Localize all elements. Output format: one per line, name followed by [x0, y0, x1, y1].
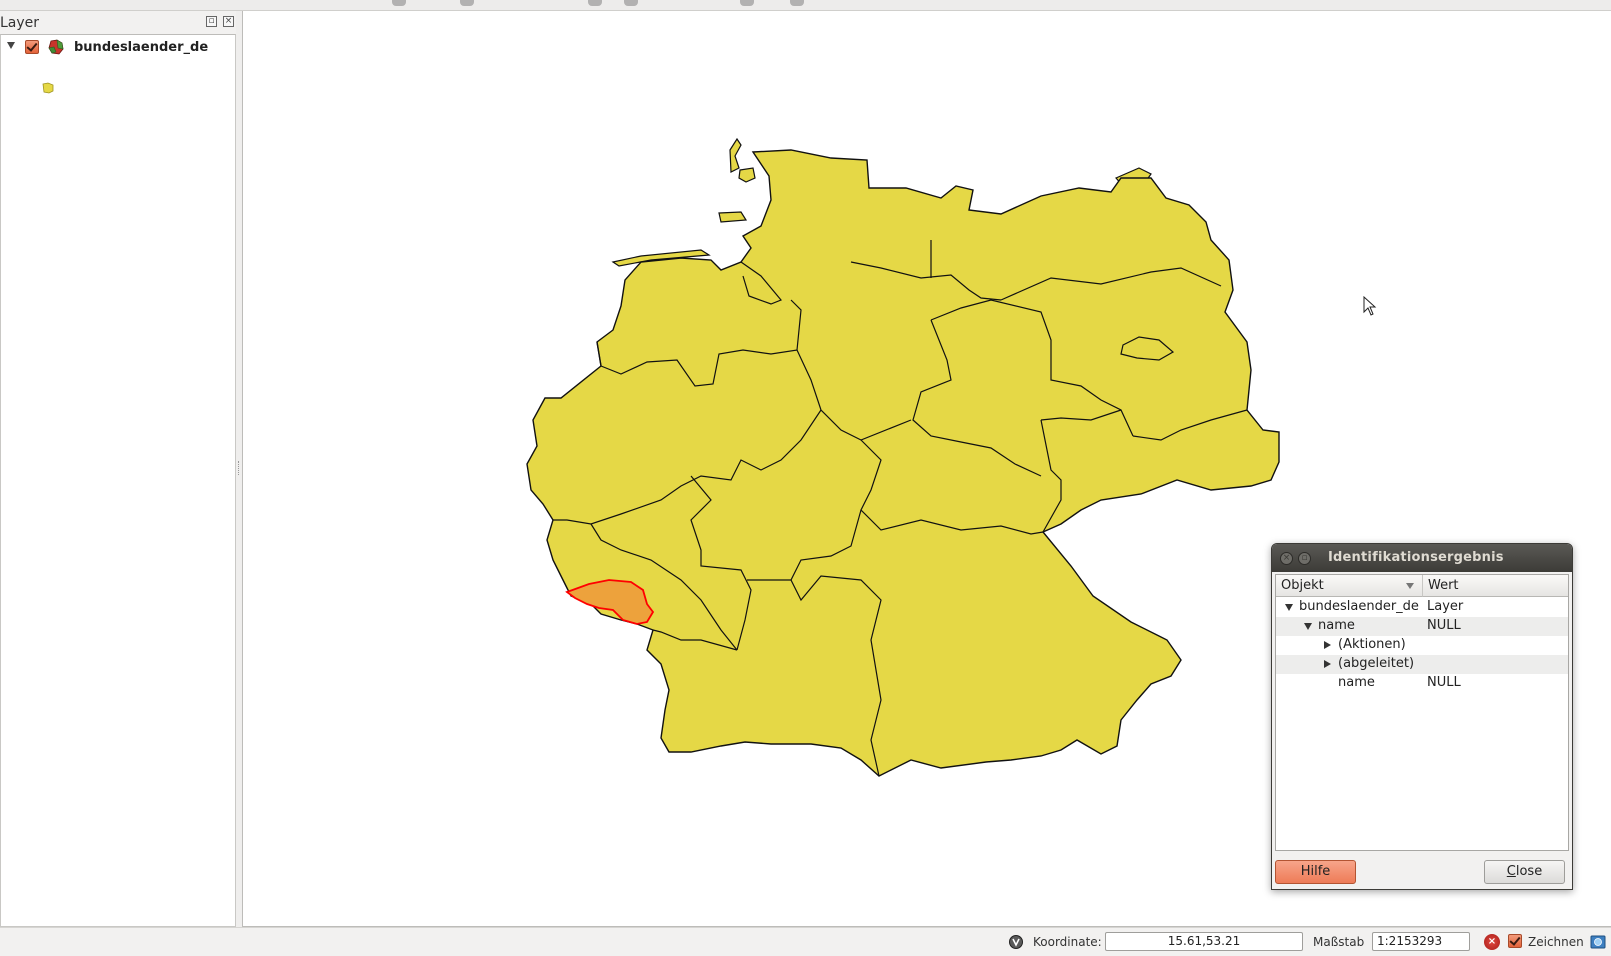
expand-arrow-icon[interactable] [1324, 641, 1331, 649]
result-row-layer[interactable]: bundeslaender_de Layer [1276, 598, 1568, 617]
collapse-arrow-icon[interactable] [1285, 604, 1293, 611]
dialog-title: Identifikationsergebnis [1328, 550, 1504, 565]
germany-outline [526, 149, 1280, 777]
layer-panel-title: Layer [0, 15, 40, 31]
map-island [718, 211, 748, 223]
polygon-layer-icon [48, 39, 64, 55]
help-button[interactable]: Hilfe [1275, 860, 1356, 884]
results-tree[interactable]: Objekt Wert bundeslaender_de Layer name … [1275, 574, 1569, 851]
coordinate-capture-icon[interactable] [1008, 934, 1024, 950]
projection-icon[interactable] [1590, 934, 1606, 950]
stop-render-icon[interactable]: × [1484, 934, 1500, 950]
result-row-derived[interactable]: (abgeleitet) [1276, 655, 1568, 674]
mouse-cursor-icon [1363, 296, 1377, 316]
collapse-arrow-icon[interactable] [7, 42, 15, 49]
dialog-titlebar[interactable]: × ▫ Identifikationsergebnis [1272, 544, 1572, 572]
status-bar: Koordinate: 15.61,53.21 Maßstab 1:215329… [0, 927, 1611, 956]
layer-name: bundeslaender_de [74, 40, 209, 55]
close-panel-icon[interactable]: × [223, 16, 234, 27]
layer-panel-titlebar: Layer ▫ × [0, 11, 236, 34]
render-checkbox[interactable] [1508, 934, 1522, 948]
toolbar-tool-icon[interactable] [740, 0, 754, 6]
result-row-feature[interactable]: name NULL [1276, 617, 1568, 636]
toolbar-tool-icon[interactable] [588, 0, 602, 6]
result-row-actions[interactable]: (Aktionen) [1276, 636, 1568, 655]
main-toolbar [0, 0, 1611, 11]
toolbar-tool-icon[interactable] [392, 0, 406, 6]
minimize-icon[interactable]: ▫ [1298, 552, 1311, 565]
identify-results-dialog: × ▫ Identifikationsergebnis Objekt Wert … [1271, 543, 1573, 890]
scale-field[interactable]: 1:2153293 [1372, 932, 1470, 951]
layer-item[interactable]: bundeslaender_de [1, 37, 235, 57]
result-row-attribute[interactable]: name NULL [1276, 674, 1568, 693]
expand-arrow-icon[interactable] [1324, 660, 1331, 668]
layer-tree[interactable]: bundeslaender_de [0, 34, 236, 927]
toolbar-tool-icon[interactable] [460, 0, 474, 6]
toolbar-tool-icon[interactable] [624, 0, 638, 6]
coordinate-label: Koordinate: [1033, 935, 1102, 949]
toolbar-tool-icon[interactable] [790, 0, 804, 6]
close-button[interactable]: Close [1484, 860, 1565, 884]
render-label: Zeichnen [1528, 935, 1584, 949]
column-header-object[interactable]: Objekt [1276, 575, 1423, 597]
scale-label: Maßstab [1313, 935, 1365, 949]
layer-panel: Layer ▫ × bundeslaender_de [0, 11, 236, 927]
close-icon[interactable]: × [1280, 552, 1293, 565]
sort-arrow-icon [1406, 583, 1414, 589]
legend-symbol-icon [42, 82, 54, 94]
collapse-arrow-icon[interactable] [1304, 623, 1312, 630]
map-island [729, 137, 742, 173]
layer-visibility-checkbox[interactable] [25, 40, 39, 54]
map-island [738, 167, 756, 183]
coordinate-field[interactable]: 15.61,53.21 [1105, 932, 1303, 951]
column-header-value[interactable]: Wert [1423, 575, 1568, 597]
float-panel-icon[interactable]: ▫ [206, 16, 217, 27]
